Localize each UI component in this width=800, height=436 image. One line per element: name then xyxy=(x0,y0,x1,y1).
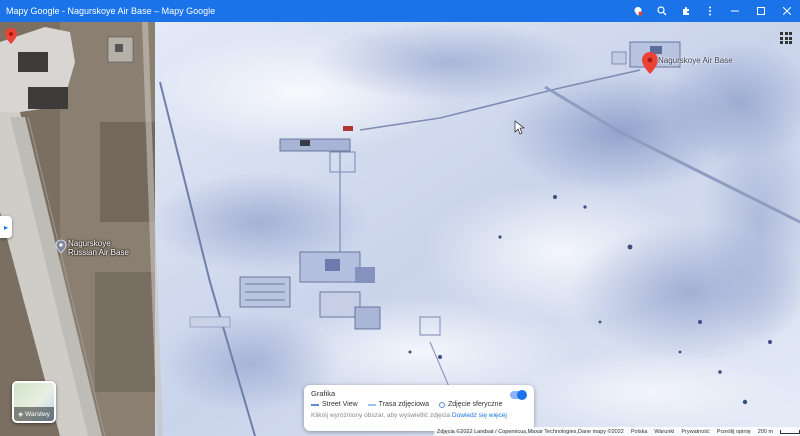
maximize-icon[interactable] xyxy=(748,0,774,22)
street-view-line-icon xyxy=(311,403,319,406)
close-icon[interactable] xyxy=(774,0,800,22)
street-view-hint: Kliknij wyróżniony obszar, aby wyświetli… xyxy=(311,412,507,419)
browser-titlebar: Mapy Google - Nagurskoye Air Base – Mapy… xyxy=(0,0,800,22)
extensions-icon[interactable] xyxy=(674,0,698,22)
share-icon[interactable] xyxy=(626,0,650,22)
street-view-panel: Grafika Street View Trasa zdjęciowa Zdję… xyxy=(304,385,534,431)
legend-photo-route: Trasa zdjęciowa xyxy=(367,401,429,408)
map-footer: Zdjęcia ©2022 Landsat / Copernicus,Maxar… xyxy=(434,427,800,436)
terms-link[interactable]: Warunki xyxy=(654,429,674,435)
place-label-left[interactable]: Nagurskoye Russian Air Base xyxy=(68,239,129,257)
street-view-legend: Street View Trasa zdjęciowa Zdjęcie sfer… xyxy=(311,401,527,408)
spherical-photo-circle-icon xyxy=(439,401,445,408)
menu-icon[interactable] xyxy=(698,0,722,22)
satellite-map[interactable]: Nagurskoye Russian Air Base Nagurskoye A… xyxy=(0,22,800,436)
learn-more-link[interactable]: Dowiedz się więcej xyxy=(452,412,507,419)
toolbar-icons xyxy=(626,0,800,22)
feedback-link[interactable]: Prześlij opinię xyxy=(717,429,751,435)
privacy-link[interactable]: Prywatność xyxy=(681,429,709,435)
place-label-right[interactable]: Nagurskoye Air Base xyxy=(658,56,733,65)
layers-button[interactable]: ◈ Warstwy xyxy=(12,381,56,423)
legend-spherical-photo: Zdjęcie sferyczne xyxy=(439,401,502,408)
chevron-right-icon: ▸ xyxy=(3,222,8,232)
legend-street-view: Street View xyxy=(311,401,358,408)
scale-label[interactable]: 200 m xyxy=(758,429,773,435)
minimize-icon[interactable] xyxy=(722,0,748,22)
layers-icon: ◈ xyxy=(18,411,24,418)
google-apps-icon[interactable] xyxy=(780,32,792,44)
country-link[interactable]: Polska xyxy=(631,429,648,435)
scale-bar xyxy=(780,429,800,434)
satellite-imagery xyxy=(0,22,800,436)
window-title: Mapy Google - Nagurskoye Air Base – Mapy… xyxy=(6,6,216,16)
side-panel-toggle[interactable]: ▸ xyxy=(0,216,12,238)
street-view-toggle[interactable] xyxy=(510,390,527,400)
panel-title: Grafika xyxy=(311,389,336,398)
zoom-icon[interactable] xyxy=(650,0,674,22)
attribution-text: Zdjęcia ©2022 Landsat / Copernicus,Maxar… xyxy=(437,428,624,435)
photo-route-line-icon xyxy=(367,403,376,406)
